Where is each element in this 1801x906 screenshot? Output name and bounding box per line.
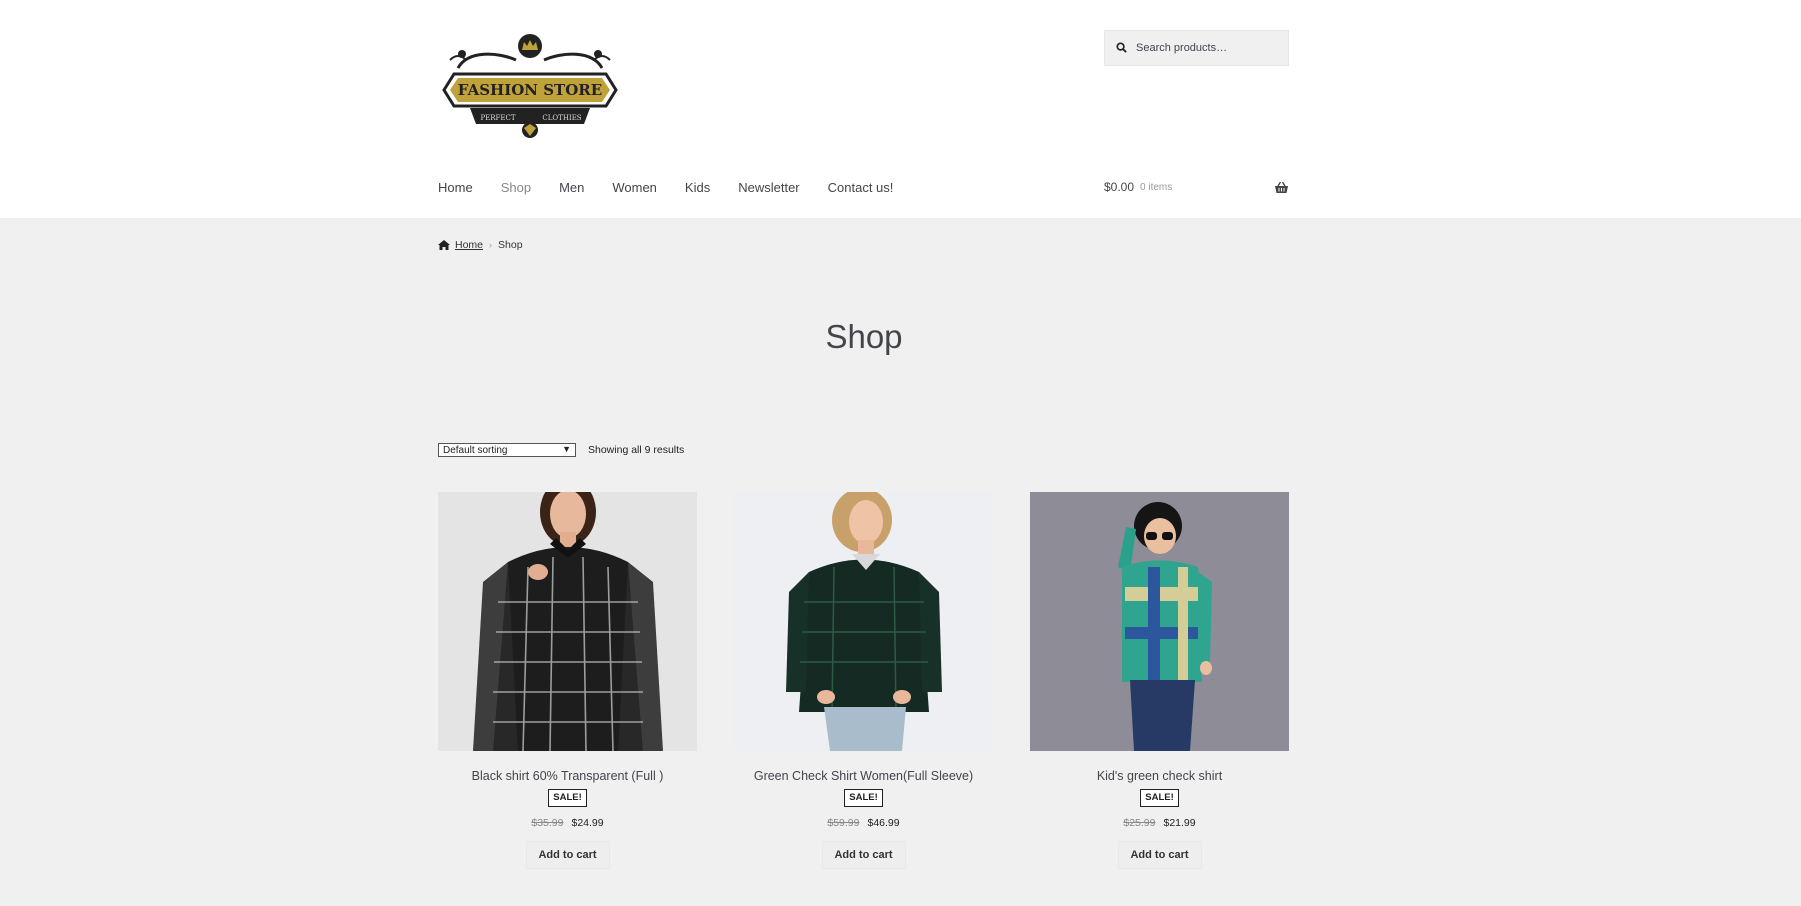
logo-right-text: CLOTHIES [542,114,581,122]
logo-title-text: FASHION STORE [458,81,602,99]
breadcrumb-home-link[interactable]: Home [455,239,483,251]
header-cart[interactable]: $0.00 0 items [1104,180,1289,194]
product-name[interactable]: Kid's green check shirt [1030,769,1289,783]
fashion-store-logo-icon: FASHION STORE PERFECT CLOTHIES [442,34,618,138]
product-image[interactable] [734,492,993,751]
product-name[interactable]: Black shirt 60% Transparent (Full ) [438,769,697,783]
cart-item-count: 0 items [1140,181,1173,193]
nav-item-newsletter[interactable]: Newsletter [738,180,799,195]
product-image[interactable] [438,492,697,751]
product-price: $35.99 $24.99 [438,817,697,829]
basket-icon [1274,181,1289,194]
result-count: Showing all 9 results [588,444,685,456]
product-price: $59.99 $46.99 [734,817,993,829]
breadcrumb-current: Shop [498,239,523,251]
product-image[interactable] [1030,492,1289,751]
search-placeholder: Search products… [1136,42,1228,54]
page-title: Shop [825,318,903,355]
cart-amount: $0.00 [1104,180,1135,194]
product-name[interactable]: Green Check Shirt Women(Full Sleeve) [734,769,993,783]
shop-toolbar: Default sorting ▼ Showing all 9 results [438,443,684,457]
add-to-cart-button[interactable]: Add to cart [821,841,906,869]
sale-badge: SALE! [844,789,883,807]
dropdown-arrow-icon: ▼ [562,444,571,454]
product-price: $25.99 $21.99 [1030,817,1289,829]
search-input[interactable]: Search products… [1104,30,1289,66]
old-price: $25.99 [1123,817,1156,829]
nav-item-women[interactable]: Women [612,180,657,195]
add-to-cart-button[interactable]: Add to cart [525,841,610,869]
nav-item-shop[interactable]: Shop [501,180,531,195]
sale-badge: SALE! [1140,789,1179,807]
search-icon [1116,42,1128,54]
sale-badge: SALE! [548,789,587,807]
current-price: $21.99 [1163,817,1196,829]
breadcrumb-chevron-icon: › [489,240,493,250]
nav-item-home[interactable]: Home [438,180,473,195]
primary-nav: Home Shop Men Women Kids Newsletter Cont… [438,180,921,195]
sort-dropdown[interactable]: Default sorting ▼ [438,443,576,457]
current-price: $46.99 [867,817,900,829]
site-logo[interactable]: FASHION STORE PERFECT CLOTHIES [438,30,622,142]
site-header: FASHION STORE PERFECT CLOTHIES Search pr… [0,0,1801,218]
nav-item-men[interactable]: Men [559,180,584,195]
home-icon [438,240,450,250]
sort-dropdown-value: Default sorting [443,444,508,456]
nav-item-contact[interactable]: Contact us! [828,180,894,195]
breadcrumb: Home › Shop [438,239,523,251]
product-card: Kid's green check shirt SALE! $25.99 $21.… [1030,492,1289,869]
nav-item-kids[interactable]: Kids [685,180,710,195]
old-price: $59.99 [827,817,860,829]
product-card: Black shirt 60% Transparent (Full ) SALE… [438,492,697,869]
current-price: $24.99 [571,817,604,829]
add-to-cart-button[interactable]: Add to cart [1117,841,1202,869]
logo-left-text: PERFECT [480,114,515,122]
old-price: $35.99 [531,817,564,829]
product-card: Green Check Shirt Women(Full Sleeve) SAL… [734,492,993,869]
